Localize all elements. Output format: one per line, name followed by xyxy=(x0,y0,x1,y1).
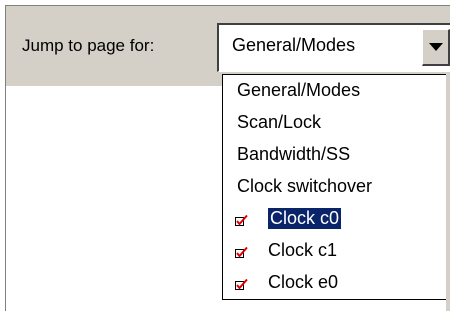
dropdown-item-label: Clock switchover xyxy=(237,176,373,196)
chevron-down-icon xyxy=(429,43,443,51)
red-checkbox-icon xyxy=(235,215,248,226)
dropdown-item-general-modes[interactable]: General/Modes xyxy=(223,76,450,108)
page-select-value: General/Modes xyxy=(232,35,356,55)
red-checkbox-icon xyxy=(235,247,248,258)
dropdown-toggle-button[interactable] xyxy=(422,29,450,66)
dropdown-item-clock-c0[interactable]: Clock c0 xyxy=(223,204,450,236)
page-select-dropdown-list: General/Modes Scan/Lock Bandwidth/SS Clo… xyxy=(222,74,450,300)
page-select-combobox[interactable]: General/Modes xyxy=(217,23,450,72)
dropdown-item-label: Bandwidth/SS xyxy=(237,144,351,164)
dropdown-item-bandwidth-ss[interactable]: Bandwidth/SS xyxy=(223,140,450,172)
dropdown-item-scan-lock[interactable]: Scan/Lock xyxy=(223,108,450,140)
dropdown-item-label: Clock e0 xyxy=(268,272,339,292)
dropdown-item-label: Scan/Lock xyxy=(237,112,322,132)
jump-to-page-label: Jump to page for: xyxy=(22,36,155,55)
dropdown-item-clock-c1[interactable]: Clock c1 xyxy=(223,236,450,268)
dropdown-item-label: Clock c0 xyxy=(266,207,343,230)
dropdown-item-label: General/Modes xyxy=(237,80,361,100)
dropdown-item-clock-switchover[interactable]: Clock switchover xyxy=(223,172,450,204)
dropdown-item-label: Clock c1 xyxy=(268,240,338,260)
red-checkbox-icon xyxy=(235,279,248,290)
panel-right-edge xyxy=(446,74,450,311)
dropdown-item-clock-e0[interactable]: Clock e0 xyxy=(223,268,450,300)
